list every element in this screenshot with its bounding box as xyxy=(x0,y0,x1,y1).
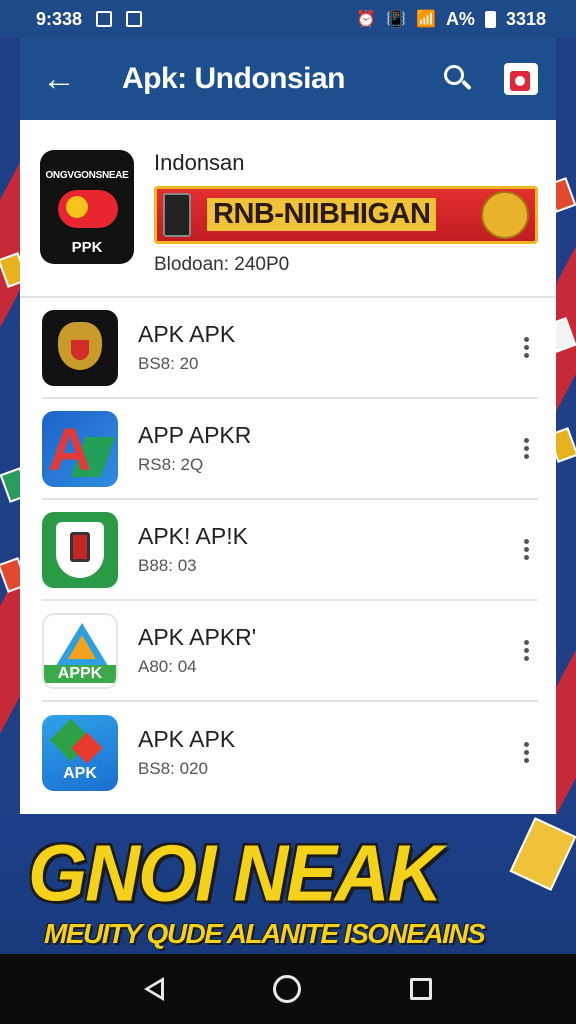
list-item[interactable]: A APP APKR RS8: 2Q xyxy=(42,399,538,500)
featured-app[interactable]: ONGVGONSNEAE PPK Indonsan RNB-NIIBHIGAN … xyxy=(20,120,556,298)
banner-text: RNB-NIIBHIGAN xyxy=(207,198,437,231)
app-icon-label: APPK xyxy=(44,664,116,683)
list-item-body: APK! AP!K B88: 03 xyxy=(138,523,516,576)
promo-subline: MEUITY QUDE ALANITE ISONEAINS xyxy=(44,918,486,949)
app-list-card: ONGVGONSNEAE PPK Indonsan RNB-NIIBHIGAN … xyxy=(20,120,556,814)
featured-banner[interactable]: RNB-NIIBHIGAN xyxy=(154,186,538,244)
notification-icon xyxy=(126,11,143,27)
promo-banner[interactable]: GNOI NEAK MEUITY QUDE ALANITE ISONEAINS xyxy=(0,814,576,954)
battery-percent: A% xyxy=(445,8,475,29)
wifi-icon: 📶 xyxy=(416,11,436,28)
status-bar: 9:338 ⏰ 📳 📶 A% 3318 xyxy=(0,0,576,38)
featured-title: Indonsan xyxy=(154,150,245,175)
list-item-title: APK APK xyxy=(138,321,236,347)
promo-headline: GNOI NEAK xyxy=(28,828,443,919)
list-item-subtitle: RS8: 2Q xyxy=(138,455,204,474)
featured-icon-label: PPK xyxy=(71,239,103,256)
notification-icon xyxy=(96,11,113,27)
nav-recents-icon[interactable] xyxy=(409,978,432,1000)
more-options-icon[interactable] xyxy=(516,337,536,358)
more-options-icon[interactable] xyxy=(516,539,536,560)
list-item-subtitle: BS8: 020 xyxy=(138,759,208,778)
list-item[interactable]: APK! AP!K B88: 03 xyxy=(42,500,538,601)
nav-home-icon[interactable] xyxy=(272,975,301,1003)
garuda-icon xyxy=(42,309,118,386)
vibrate-icon: 📳 xyxy=(386,11,407,28)
nav-back-icon[interactable] xyxy=(144,977,165,1001)
back-arrow-icon[interactable]: ← xyxy=(42,60,82,99)
app-icon-label: APK xyxy=(63,764,97,782)
apk-triangle-icon: APPK xyxy=(42,612,118,689)
list-item-subtitle: BS8: 20 xyxy=(138,354,199,373)
garuda-emblem-icon xyxy=(481,191,529,239)
app-list: APK APK BS8: 20 A APP APKR RS8: 2Q APK! … xyxy=(20,298,556,803)
battery-icon xyxy=(484,10,496,28)
featured-app-icon[interactable]: ONGVGONSNEAE PPK xyxy=(40,150,134,264)
more-options-icon[interactable] xyxy=(516,640,536,661)
store-icon[interactable] xyxy=(504,63,538,95)
list-item-body: APK APKR' A80: 04 xyxy=(138,624,516,677)
list-item-body: APK APK BS8: 020 xyxy=(138,726,516,779)
list-item-title: APP APKR xyxy=(138,422,252,448)
featured-icon-text: ONGVGONSNEAE xyxy=(45,170,129,181)
phone-shield-icon xyxy=(42,511,118,588)
letter-a-icon: A xyxy=(42,410,118,487)
alarm-icon: ⏰ xyxy=(356,11,377,28)
featured-body: Indonsan RNB-NIIBHIGAN Blodoan: 240P0 xyxy=(154,150,538,296)
phone-icon xyxy=(163,193,191,237)
list-item-title: APK APK xyxy=(138,726,236,752)
more-options-icon[interactable] xyxy=(516,438,536,459)
search-icon[interactable] xyxy=(442,63,474,95)
list-item-body: APP APKR RS8: 2Q xyxy=(138,422,516,475)
featured-subtitle: Blodoan: 240P0 xyxy=(154,254,290,275)
more-options-icon[interactable] xyxy=(516,742,536,763)
list-item-body: APK APK BS8: 20 xyxy=(138,321,516,374)
app-bar: ← Apk: Undonsian xyxy=(20,38,556,120)
apk-play-icon: APK xyxy=(42,714,118,791)
list-item[interactable]: APPK APK APKR' A80: 04 xyxy=(42,601,538,702)
system-nav-bar xyxy=(0,954,576,1024)
status-right-text: 3318 xyxy=(505,8,546,29)
list-item-title: APK! AP!K xyxy=(138,523,248,549)
page-title: Apk: Undonsian xyxy=(122,62,346,95)
list-item-title: APK APKR' xyxy=(138,624,257,650)
list-item-subtitle: A80: 04 xyxy=(138,657,197,676)
card-decoration xyxy=(509,817,576,891)
list-item[interactable]: APK APK APK BS8: 020 xyxy=(42,702,538,803)
list-item-subtitle: B88: 03 xyxy=(138,556,197,575)
list-item[interactable]: APK APK BS8: 20 xyxy=(42,298,538,399)
status-right: ⏰ 📳 📶 A% 3318 xyxy=(356,9,546,30)
status-time: 9:338 xyxy=(36,8,83,29)
